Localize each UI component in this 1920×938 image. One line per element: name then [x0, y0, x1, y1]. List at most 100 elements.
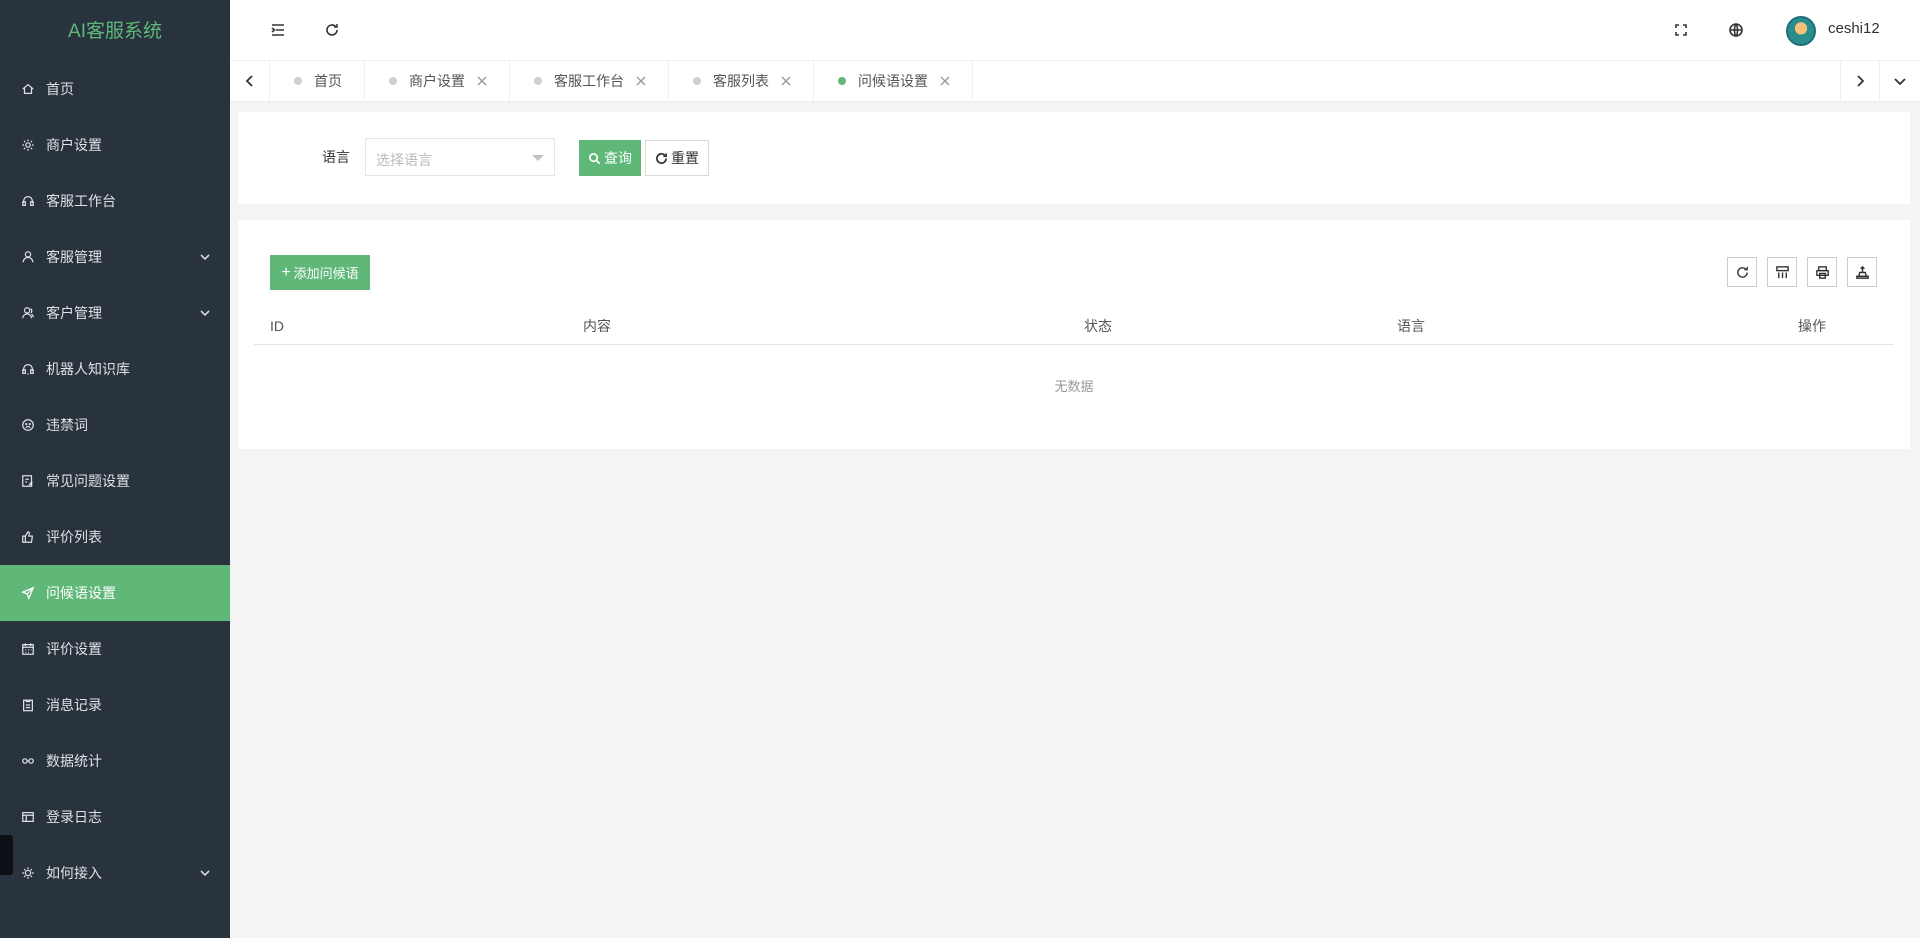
query-button[interactable]: 查询	[579, 140, 641, 176]
tab-label: 问候语设置	[858, 73, 928, 89]
globe-icon	[1729, 23, 1743, 37]
sidebar-item[interactable]: 常见问题设置	[0, 453, 230, 509]
tabs-scroll-right-button[interactable]	[1840, 61, 1880, 101]
add-greeting-label: 添加问候语	[293, 266, 359, 281]
add-greeting-button[interactable]: + 添加问候语	[270, 255, 370, 290]
tab[interactable]: 商户设置	[365, 61, 510, 101]
reset-button-label: 重置	[671, 150, 699, 166]
chevron-down-icon	[198, 866, 212, 880]
clipboard-icon	[20, 697, 36, 713]
link-icon	[20, 753, 36, 769]
sidebar-item-label: 常见问题设置	[46, 473, 130, 489]
fullscreen-icon	[1675, 24, 1687, 36]
filter-panel: 语言 选择语言 查询 重置	[238, 112, 1910, 204]
window-icon	[20, 809, 36, 825]
tab-label: 客服工作台	[554, 73, 624, 89]
sidebar-item-label: 客服工作台	[46, 193, 116, 209]
gear-icon	[20, 137, 36, 153]
table-export-button[interactable]	[1847, 257, 1877, 287]
plug-icon	[20, 865, 36, 881]
tab[interactable]: 客服列表	[669, 61, 814, 101]
table-column-header: 语言	[1397, 318, 1425, 334]
chevron-down-icon	[198, 250, 212, 264]
sidebar-item-label: 评价列表	[46, 529, 102, 545]
table-refresh-button[interactable]	[1727, 257, 1757, 287]
columns-icon	[1775, 265, 1789, 278]
chevron-left-icon	[245, 75, 253, 87]
sidebar-item[interactable]: 评价设置	[0, 621, 230, 677]
tabs-menu-button[interactable]	[1880, 61, 1920, 101]
refresh-page-button[interactable]	[321, 19, 343, 41]
tab[interactable]: 首页	[270, 61, 365, 101]
sidebar-item[interactable]: 客户管理	[0, 285, 230, 341]
headset-icon	[20, 193, 36, 209]
user-group-icon	[20, 305, 36, 321]
reset-button[interactable]: 重置	[645, 140, 709, 176]
tab-status-dot	[693, 77, 701, 85]
menu-toggle-button[interactable]	[267, 19, 289, 41]
sidebar-menu: 首页商户设置客服工作台客服管理客户管理机器人知识库 违禁词常见问题设置 评价列表问候…	[0, 61, 230, 901]
sidebar-item[interactable]: 机器人知识库	[0, 341, 230, 397]
thumbs-up-icon	[20, 529, 36, 545]
send-icon	[20, 585, 36, 601]
tab[interactable]: 客服工作台	[510, 61, 669, 101]
close-icon[interactable]	[781, 76, 791, 86]
tab-label: 客服列表	[713, 73, 769, 89]
sidebar-item-label: 违禁词	[46, 417, 88, 433]
sidebar-item[interactable]: 评价列表	[0, 509, 230, 565]
sidebar-item[interactable]: 消息记录	[0, 677, 230, 733]
home-icon	[20, 81, 36, 97]
close-icon[interactable]	[636, 76, 646, 86]
sidebar-item[interactable]: 问候语设置	[0, 565, 230, 621]
sidebar-item[interactable]: 数据统计	[0, 733, 230, 789]
refresh-icon	[326, 24, 338, 36]
table-column-header: 状态	[1084, 318, 1112, 334]
export-icon	[1855, 265, 1869, 279]
print-icon	[1815, 265, 1829, 279]
table-header: ID 内容 状态 语言 操作	[254, 308, 1894, 345]
query-button-label: 查询	[604, 150, 632, 166]
top-header: ceshi12	[230, 0, 1920, 61]
tabs-bar: 首页 商户设置 客服工作台 客服列表 问候语设置	[230, 61, 1920, 102]
tab-label: 首页	[314, 73, 342, 89]
robot-icon	[20, 361, 36, 377]
user-icon	[20, 249, 36, 265]
indent-icon	[271, 24, 284, 36]
table-columns-button[interactable]	[1767, 257, 1797, 287]
sidebar-item[interactable]: 商户设置	[0, 117, 230, 173]
fullscreen-button[interactable]	[1670, 19, 1692, 41]
language-select-placeholder: 选择语言	[376, 152, 432, 168]
username[interactable]: ceshi12	[1828, 20, 1880, 37]
chevron-down-icon	[1894, 78, 1906, 86]
refresh-icon	[1736, 266, 1748, 278]
language-label: 语言	[322, 149, 350, 165]
avatar[interactable]	[1786, 16, 1816, 46]
sidebar-item[interactable]: 如何接入	[0, 845, 230, 901]
tab[interactable]: 问候语设置	[814, 61, 973, 101]
sidebar-item[interactable]: 首页	[0, 61, 230, 117]
tab-list: 首页 商户设置 客服工作台 客服列表 问候语设置	[270, 61, 973, 101]
close-icon[interactable]	[940, 76, 950, 86]
sidebar-item-label: 商户设置	[46, 137, 102, 153]
language-select[interactable]: 选择语言	[365, 138, 555, 176]
sidebar-item[interactable]: 登录日志	[0, 789, 230, 845]
sidebar-item-label: 机器人知识库	[46, 361, 130, 377]
tabs-scroll-left-button[interactable]	[230, 61, 270, 101]
app-title: AI客服系统	[68, 21, 162, 42]
close-icon[interactable]	[477, 76, 487, 86]
table-print-button[interactable]	[1807, 257, 1837, 287]
calendar-icon	[20, 641, 36, 657]
table-column-header: 操作	[1798, 318, 1826, 334]
sidebar-item[interactable]: 客服工作台	[0, 173, 230, 229]
language-button[interactable]	[1725, 19, 1747, 41]
sidebar-item[interactable]: 违禁词	[0, 397, 230, 453]
sidebar-item-label: 客服管理	[46, 249, 102, 265]
sidebar-item-label: 登录日志	[46, 809, 102, 825]
tab-status-dot	[294, 77, 302, 85]
sidebar-drag-handle[interactable]	[0, 835, 13, 875]
sidebar-item-label: 数据统计	[46, 753, 102, 769]
sidebar-item[interactable]: 客服管理	[0, 229, 230, 285]
sidebar: AI客服系统 首页商户设置客服工作台客服管理客户管理机器人知识库 违禁词常见问题设…	[0, 0, 230, 938]
tab-status-dot	[838, 77, 846, 85]
face-icon	[20, 417, 36, 433]
